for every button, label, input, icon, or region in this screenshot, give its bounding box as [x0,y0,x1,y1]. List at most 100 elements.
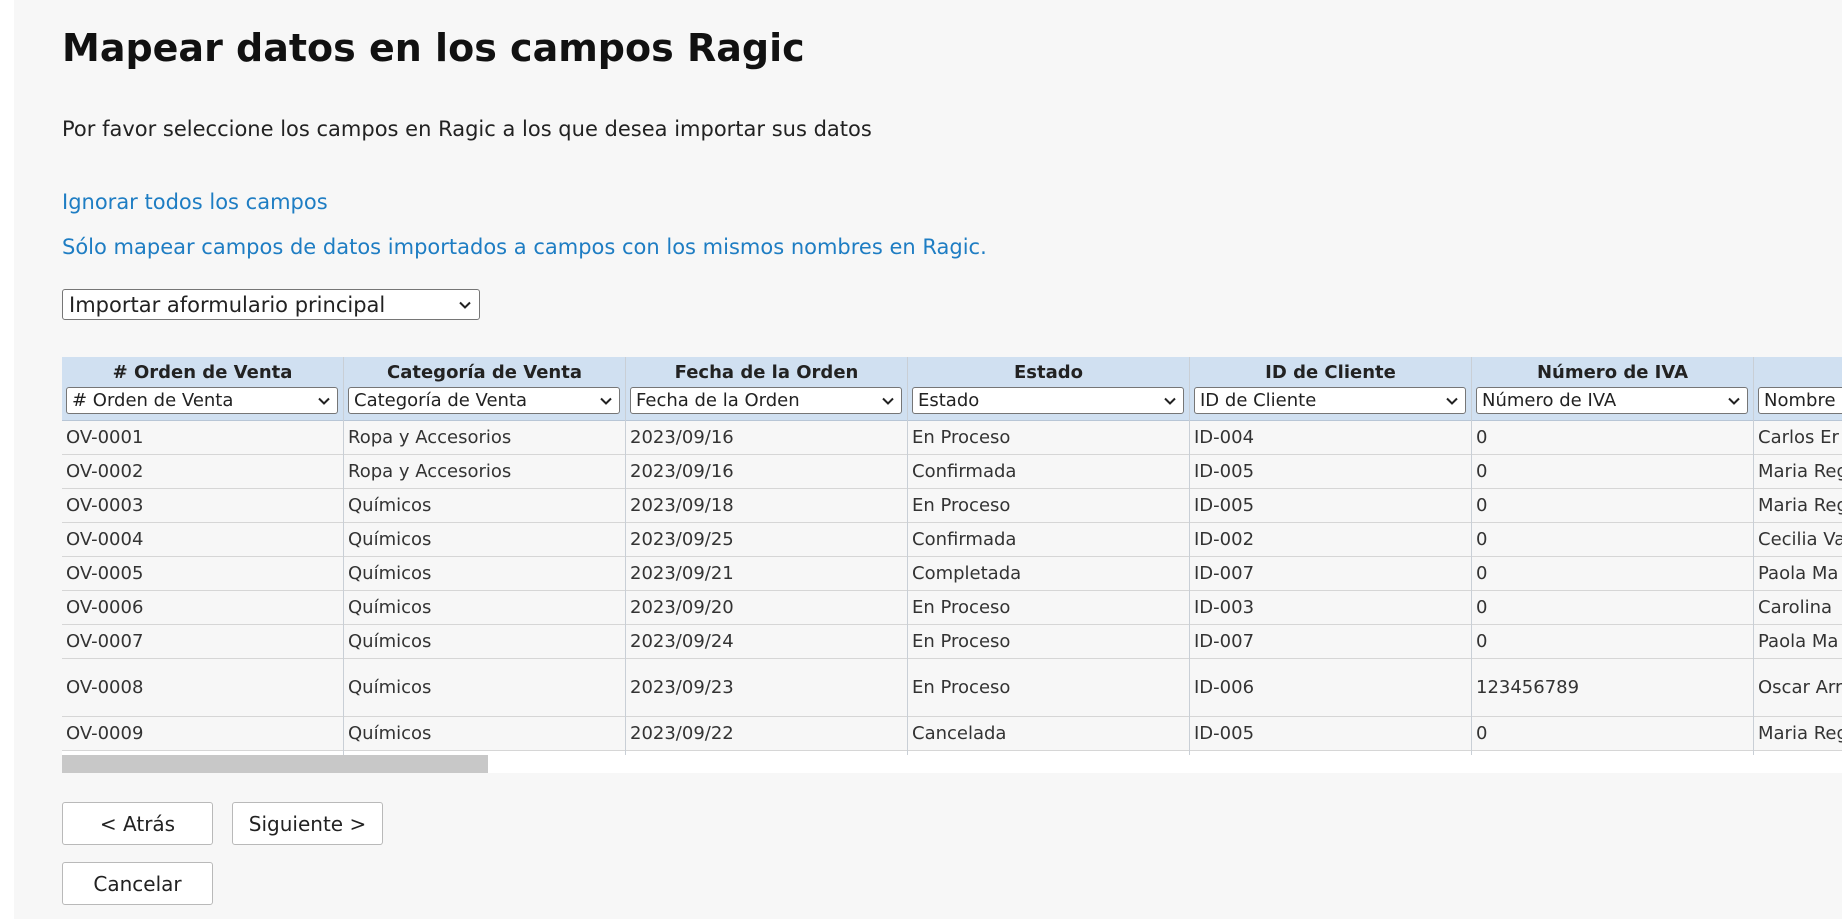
column-5: Número de IVA Número de IVA 0 0 0 0 0 0 0 1234567… [1472,357,1754,755]
field-mapping-value: Estado [918,390,980,411]
field-mapping-select[interactable]: Categoría de Venta [348,387,620,414]
chevron-down-icon [318,397,330,405]
mapping-table: # Orden de Venta # Orden de Venta OV-0001 O… [62,357,1842,773]
table-cell: Ropa y Accesorios [344,421,625,455]
table-cell: ID-006 [1190,659,1471,717]
field-mapping-select[interactable]: Estado [912,387,1184,414]
table-cell: ID-002 [1190,523,1471,557]
table-cell: Químicos [344,489,625,523]
column-header: Categoría de Venta Categoría de Venta [344,357,625,421]
table-cell: 123456789 [1472,659,1753,717]
import-mapping-page: Mapear datos en los campos Ragic Por fav… [14,0,1842,919]
table-cell: Completada [908,557,1189,591]
table-cell: ID-007 [1190,557,1471,591]
table-cell: 2023/09/23 [626,659,907,717]
field-mapping-value: Número de IVA [1482,390,1617,411]
chevron-down-icon [882,397,894,405]
table-cell: OV-0001 [62,421,343,455]
field-mapping-select[interactable]: Fecha de la Orden [630,387,902,414]
column-header-label: Fecha de la Orden [674,362,859,383]
table-cell: OV-0004 [62,523,343,557]
field-mapping-value: # Orden de Venta [72,390,234,411]
table-cell: Maria Reg [1754,455,1842,489]
map-same-names-link[interactable]: Sólo mapear campos de datos importados a… [62,235,987,259]
field-mapping-select[interactable]: Nombre [1758,387,1842,414]
table-cell: 0 [1472,523,1753,557]
column-0: # Orden de Venta # Orden de Venta OV-0001 O… [62,357,344,755]
column-4: ID de Cliente ID de Cliente ID-004 ID-005 ID… [1190,357,1472,755]
table-cell: Químicos [344,523,625,557]
column-header: Fecha de la Orden Fecha de la Orden [626,357,907,421]
field-mapping-value: Fecha de la Orden [636,390,800,411]
import-target-value: Importar aformulario principal [69,292,386,317]
table-cell: En Proceso [908,421,1189,455]
table-cell: OV-0005 [62,557,343,591]
scrollbar-thumb[interactable] [62,755,488,773]
column-header: Estado Estado [908,357,1189,421]
column-6: Nombre Carlos Er Maria Reg Maria Reg Cecilia… [1754,357,1842,755]
column-header: Número de IVA Número de IVA [1472,357,1753,421]
import-target-select[interactable]: Importar aformulario principal [62,289,480,320]
table-cell: ID-007 [1190,625,1471,659]
chevron-down-icon [1164,397,1176,405]
back-button[interactable]: < Atrás [62,802,213,845]
table-cell: OV-0003 [62,489,343,523]
table-cell: OV-0002 [62,455,343,489]
field-mapping-select[interactable]: # Orden de Venta [66,387,338,414]
table-cell: ID-005 [1190,455,1471,489]
table-cell: 2023/09/16 [626,455,907,489]
page-subtitle: Por favor seleccione los campos en Ragic… [62,117,872,141]
table-cell: 0 [1472,455,1753,489]
next-button[interactable]: Siguiente > [232,802,383,845]
table-cell: 0 [1472,489,1753,523]
column-header-label: Categoría de Venta [387,362,582,383]
field-mapping-value: ID de Cliente [1200,390,1317,411]
chevron-down-icon [600,397,612,405]
table-cell: Ropa y Accesorios [344,455,625,489]
table-cell: 2023/09/16 [626,421,907,455]
table-cell: Químicos [344,717,625,751]
table-cell: Químicos [344,625,625,659]
table-cell: Químicos [344,591,625,625]
table-cell: 2023/09/18 [626,489,907,523]
table-cell: Carolina [1754,591,1842,625]
window-edge [0,0,14,919]
table-cell: ID-004 [1190,421,1471,455]
table-cell: 0 [1472,717,1753,751]
column-2: Fecha de la Orden Fecha de la Orden 2023/0… [626,357,908,755]
column-header-label: ID de Cliente [1265,362,1396,383]
table-cell: ID-003 [1190,591,1471,625]
table-cell: Carlos Er [1754,421,1842,455]
cancel-button[interactable]: Cancelar [62,862,213,905]
table-cell: Maria Reg [1754,489,1842,523]
table-cell: Paola Ma [1754,557,1842,591]
table-cell: En Proceso [908,625,1189,659]
table-cell: 2023/09/25 [626,523,907,557]
column-1: Categoría de Venta Categoría de Venta Ropa… [344,357,626,755]
table-cell: Oscar Arr [1754,659,1842,717]
table-cell: 0 [1472,591,1753,625]
table-cell: Confirmada [908,523,1189,557]
table-cell: 2023/09/24 [626,625,907,659]
ignore-all-fields-link[interactable]: Ignorar todos los campos [62,190,328,214]
field-mapping-select[interactable]: ID de Cliente [1194,387,1466,414]
table-cell: Químicos [344,659,625,717]
horizontal-scrollbar[interactable] [62,755,1842,773]
field-mapping-select[interactable]: Número de IVA [1476,387,1748,414]
chevron-down-icon [459,301,471,309]
column-header-label: Estado [1013,362,1083,383]
table-cell: Confirmada [908,455,1189,489]
table-cell: Paola Ma [1754,625,1842,659]
table-cell: OV-0008 [62,659,343,717]
column-header-label: Número de IVA [1536,362,1689,383]
table-cell: OV-0006 [62,591,343,625]
table-cell: ID-005 [1190,489,1471,523]
table-cell: Cecilia Va [1754,523,1842,557]
table-cell: Maria Reg [1754,717,1842,751]
chevron-down-icon [1728,397,1740,405]
column-header-label: # Orden de Venta [112,362,293,383]
table-cell: 2023/09/22 [626,717,907,751]
table-cell: 2023/09/21 [626,557,907,591]
chevron-down-icon [1446,397,1458,405]
field-mapping-value: Nombre [1764,390,1836,411]
